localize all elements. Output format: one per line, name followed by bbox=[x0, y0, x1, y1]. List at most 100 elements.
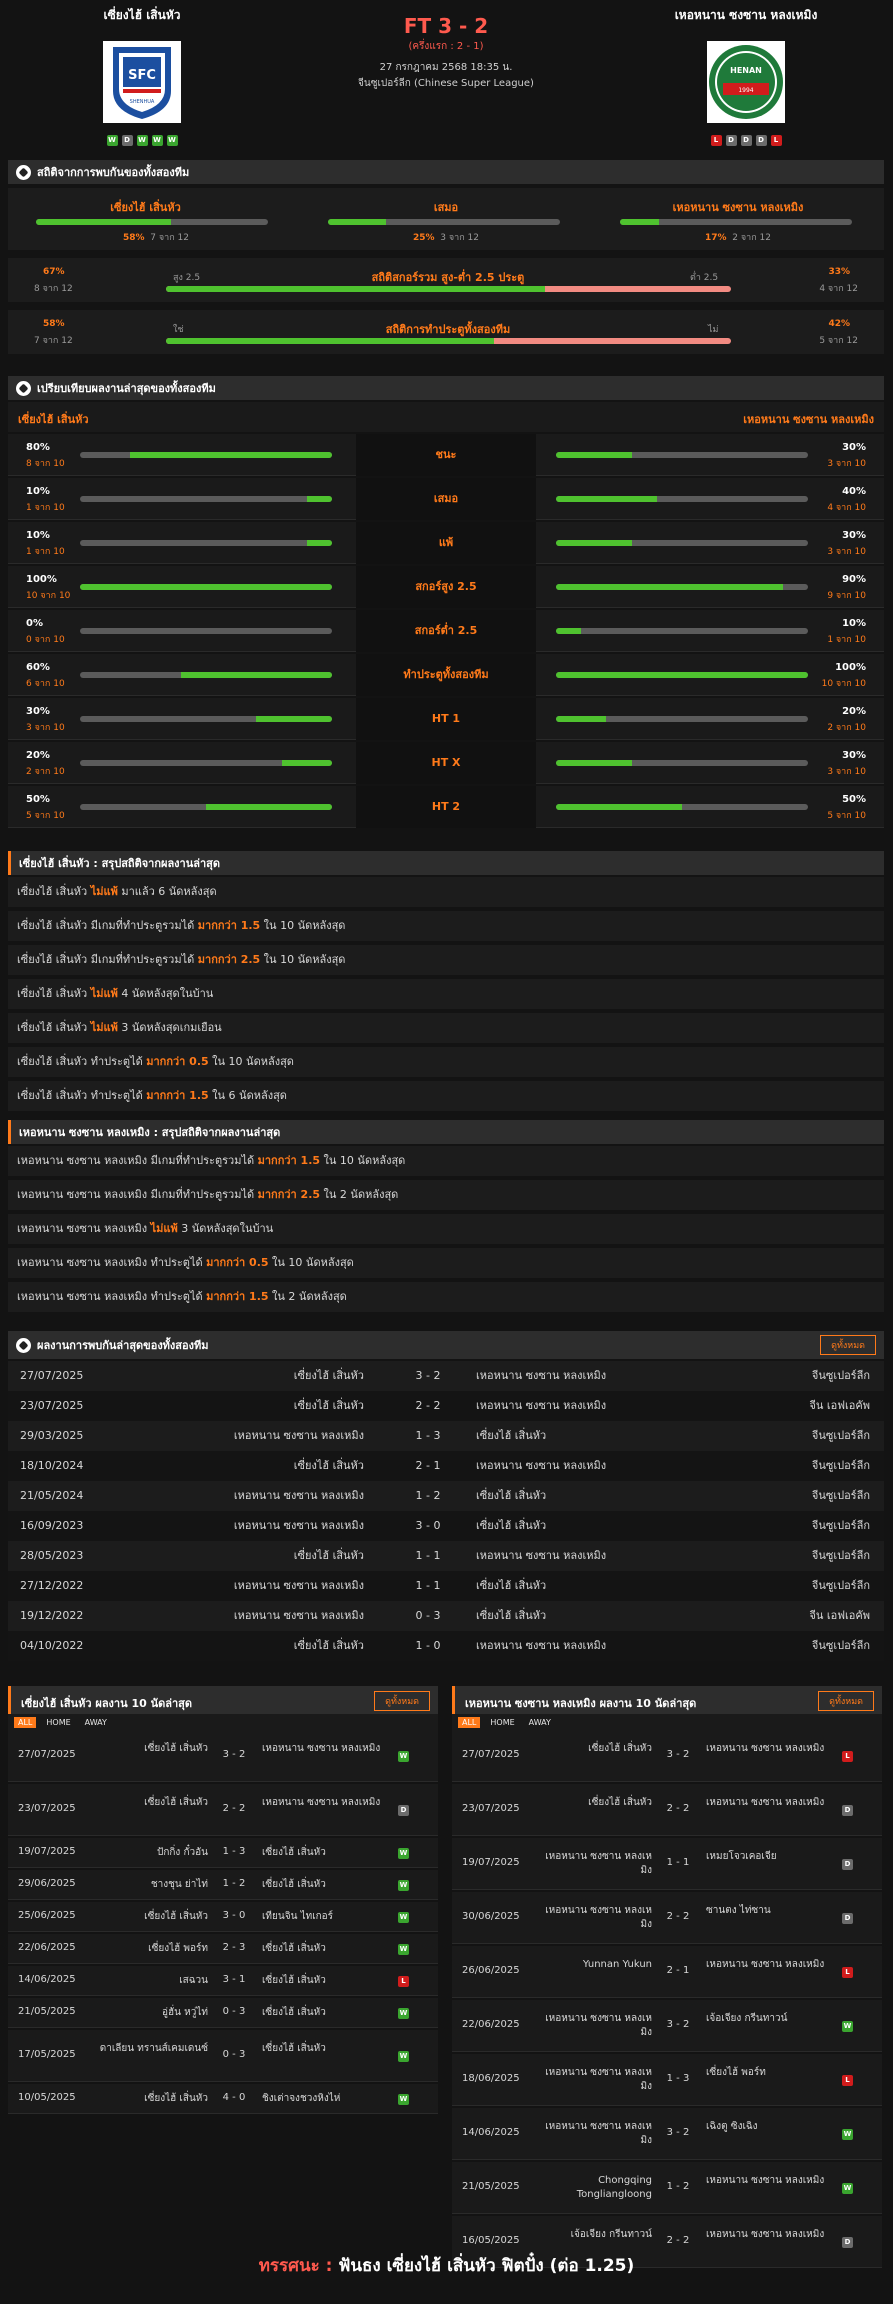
away-team[interactable]: เหอหนาน ซงซาน หลงเหมิง bbox=[706, 1796, 826, 1810]
away-team[interactable]: เหอหนาน ซงซาน หลงเหมิง bbox=[706, 2174, 826, 2188]
h2h-view-all-button[interactable]: ดูทั้งหมด bbox=[820, 1335, 876, 1355]
table-row[interactable]: 27/07/2025 เซี่ยงไฮ้ เสิ่นหัว 3 - 2 เหอหนาน… bbox=[8, 1730, 438, 1782]
home-team[interactable]: เซี่ยงไฮ้ พอร์ท bbox=[98, 1942, 208, 1956]
home-team-block[interactable]: เซี่ยงไฮ้ เสิ่นหัว SFC SHENHUA WDWWW bbox=[32, 6, 252, 146]
home-team[interactable]: เหอหนาน ซงซาน หลงเหมิง bbox=[234, 1601, 364, 1631]
league-name[interactable]: จีนซูเปอร์ลีก (Chinese Super League) bbox=[296, 76, 596, 92]
table-row[interactable]: 14/06/2025 เหอหนาน ซงซาน หลงเหมิง 3 - 2 เฉิ… bbox=[452, 2108, 882, 2160]
competition[interactable]: จีนซูเปอร์ลีก bbox=[812, 1631, 870, 1661]
away-team[interactable]: เซี่ยงไฮ้ เสิ่นหัว bbox=[262, 1846, 382, 1860]
away-team[interactable]: เฉิงตู ซิงเฉิง bbox=[706, 2120, 826, 2134]
table-row[interactable]: 10/05/2025 เซี่ยงไฮ้ เสิ่นหัว 4 - 0 ชิงเต่า… bbox=[8, 2084, 438, 2114]
away-team[interactable]: เหอหนาน ซงซาน หลงเหมิง bbox=[262, 1742, 382, 1756]
home-team[interactable]: เหอหนาน ซงซาน หลงเหมิง bbox=[234, 1511, 364, 1541]
home-team[interactable]: เซี่ยงไฮ้ เสิ่นหัว bbox=[294, 1391, 364, 1421]
competition[interactable]: จีนซูเปอร์ลีก bbox=[812, 1361, 870, 1391]
home-team[interactable]: เซี่ยงไฮ้ เสิ่นหัว bbox=[98, 2092, 208, 2106]
away-recent-view-all-button[interactable]: ดูทั้งหมด bbox=[818, 1691, 874, 1711]
table-row[interactable]: 18/06/2025 เหอหนาน ซงซาน หลงเหมิง 1 - 3 เซี… bbox=[452, 2054, 882, 2106]
home-team[interactable]: เหอหนาน ซงซาน หลงเหมิง bbox=[542, 2066, 652, 2094]
home-team[interactable]: เหอหนาน ซงซาน หลงเหมิง bbox=[542, 1850, 652, 1878]
away-team[interactable]: เซี่ยงไฮ้ พอร์ท bbox=[706, 2066, 826, 2080]
table-row[interactable]: 14/06/2025 เสฉวน 3 - 1 เซี่ยงไฮ้ เสิ่นหัว L bbox=[8, 1966, 438, 1996]
compare-away-name[interactable]: เหอหนาน ซงซาน หลงเหมิง bbox=[743, 410, 874, 428]
away-team[interactable]: ชิงเต่าจงชวงหิงไห่ bbox=[262, 2092, 382, 2106]
table-row[interactable]: 29/03/2025 เหอหนาน ซงซาน หลงเหมิง 1 - 3 เซี… bbox=[8, 1421, 884, 1451]
home-team[interactable]: เหอหนาน ซงซาน หลงเหมิง bbox=[542, 2120, 652, 2148]
away-team[interactable]: เทียนจิน ไทเกอร์ bbox=[262, 1910, 382, 1924]
away-team[interactable]: เหอหนาน ซงซาน หลงเหมิง bbox=[476, 1541, 606, 1571]
home-recent-view-all-button[interactable]: ดูทั้งหมด bbox=[374, 1691, 430, 1711]
home-team[interactable]: เหอหนาน ซงซาน หลงเหมิง bbox=[542, 2012, 652, 2040]
table-row[interactable]: 19/07/2025 เหอหนาน ซงซาน หลงเหมิง 1 - 1 เหม… bbox=[452, 1838, 882, 1890]
compare-home-name[interactable]: เซี่ยงไฮ้ เสิ่นหัว bbox=[18, 410, 89, 428]
tab-away[interactable]: AWAY bbox=[81, 1717, 111, 1728]
home-team[interactable]: ชางชุน ย่าไท่ bbox=[98, 1878, 208, 1892]
away-team-block[interactable]: เหอหนาน ซงซาน หลงเหมิง HENAN 1994 LDDDL bbox=[636, 6, 856, 146]
home-team[interactable]: เซี่ยงไฮ้ เสิ่นหัว bbox=[294, 1541, 364, 1571]
home-team[interactable]: เสฉวน bbox=[98, 1974, 208, 1988]
tab-away[interactable]: AWAY bbox=[525, 1717, 555, 1728]
table-row[interactable]: 23/07/2025 เซี่ยงไฮ้ เสิ่นหัว 2 - 2 เหอหนาน… bbox=[452, 1784, 882, 1836]
away-team[interactable]: เหอหนาน ซงซาน หลงเหมิง bbox=[706, 1958, 826, 1972]
home-team[interactable]: เซี่ยงไฮ้ เสิ่นหัว bbox=[542, 1796, 652, 1810]
table-row[interactable]: 21/05/2025 อู่ฮั่น หวู่ไท่ 0 - 3 เซี่ยงไฮ้ … bbox=[8, 1998, 438, 2028]
home-team[interactable]: Yunnan Yukun bbox=[542, 1958, 652, 1972]
table-row[interactable]: 21/05/2025 Chongqing Tongliangloong 1 - 2 เ… bbox=[452, 2162, 882, 2214]
home-team[interactable]: เซี่ยงไฮ้ เสิ่นหัว bbox=[294, 1451, 364, 1481]
home-team[interactable]: เซี่ยงไฮ้ เสิ่นหัว bbox=[98, 1910, 208, 1924]
away-team[interactable]: เหอหนาน ซงซาน หลงเหมิง bbox=[706, 2228, 826, 2242]
table-row[interactable]: 19/12/2022 เหอหนาน ซงซาน หลงเหมิง 0 - 3 เซี… bbox=[8, 1601, 884, 1631]
home-team[interactable]: เหอหนาน ซงซาน หลงเหมิง bbox=[542, 1904, 652, 1932]
home-team[interactable]: เซี่ยงไฮ้ เสิ่นหัว bbox=[294, 1361, 364, 1391]
table-row[interactable]: 18/10/2024 เซี่ยงไฮ้ เสิ่นหัว 2 - 1 เหอหนาน… bbox=[8, 1451, 884, 1481]
away-team[interactable]: เซี่ยงไฮ้ เสิ่นหัว bbox=[262, 1942, 382, 1956]
table-row[interactable]: 26/06/2025 Yunnan Yukun 2 - 1 เหอหนาน ซงซาน… bbox=[452, 1946, 882, 1998]
tab-all[interactable]: ALL bbox=[458, 1717, 481, 1728]
away-team[interactable]: เซี่ยงไฮ้ เสิ่นหัว bbox=[262, 2042, 382, 2056]
home-team[interactable]: อู่ฮั่น หวู่ไท่ bbox=[98, 2006, 208, 2020]
away-team[interactable]: เหอหนาน ซงซาน หลงเหมิง bbox=[262, 1796, 382, 1810]
competition[interactable]: จีนซูเปอร์ลีก bbox=[812, 1541, 870, 1571]
competition[interactable]: จีน เอฟเอคัพ bbox=[809, 1391, 870, 1421]
table-row[interactable]: 22/06/2025 เซี่ยงไฮ้ พอร์ท 2 - 3 เซี่ยงไฮ้ … bbox=[8, 1934, 438, 1964]
home-team[interactable]: ดาเลียน ทรานส์เคมเดนซ์ bbox=[98, 2042, 208, 2056]
home-team[interactable]: เซี่ยงไฮ้ เสิ่นหัว bbox=[98, 1796, 208, 1810]
table-row[interactable]: 23/07/2025 เซี่ยงไฮ้ เสิ่นหัว 2 - 2 เหอหนาน… bbox=[8, 1784, 438, 1836]
table-row[interactable]: 19/07/2025 ปักกิ่ง กั๋วอัน 1 - 3 เซี่ยงไฮ้ … bbox=[8, 1838, 438, 1868]
home-team[interactable]: เหอหนาน ซงซาน หลงเหมิง bbox=[234, 1481, 364, 1511]
home-team[interactable]: Chongqing Tongliangloong bbox=[542, 2174, 652, 2202]
table-row[interactable]: 27/07/2025 เซี่ยงไฮ้ เสิ่นหัว 3 - 2 เหอหนาน… bbox=[8, 1361, 884, 1391]
away-team[interactable]: เซี่ยงไฮ้ เสิ่นหัว bbox=[476, 1481, 546, 1511]
tab-all[interactable]: ALL bbox=[14, 1717, 37, 1728]
competition[interactable]: จีนซูเปอร์ลีก bbox=[812, 1451, 870, 1481]
table-row[interactable]: 04/10/2022 เซี่ยงไฮ้ เสิ่นหัว 1 - 0 เหอหนาน… bbox=[8, 1631, 884, 1661]
table-row[interactable]: 27/12/2022 เหอหนาน ซงซาน หลงเหมิง 1 - 1 เซี… bbox=[8, 1571, 884, 1601]
away-team[interactable]: เซี่ยงไฮ้ เสิ่นหัว bbox=[476, 1511, 546, 1541]
away-team[interactable]: เซี่ยงไฮ้ เสิ่นหัว bbox=[476, 1421, 546, 1451]
table-row[interactable]: 28/05/2023 เซี่ยงไฮ้ เสิ่นหัว 1 - 1 เหอหนาน… bbox=[8, 1541, 884, 1571]
away-team[interactable]: เหมยโจวเคอเจีย bbox=[706, 1850, 826, 1864]
home-team[interactable]: เซี่ยงไฮ้ เสิ่นหัว bbox=[98, 1742, 208, 1756]
away-team[interactable]: เหอหนาน ซงซาน หลงเหมิง bbox=[706, 1742, 826, 1756]
competition[interactable]: จีนซูเปอร์ลีก bbox=[812, 1481, 870, 1511]
home-team[interactable]: เหอหนาน ซงซาน หลงเหมิง bbox=[234, 1571, 364, 1601]
competition[interactable]: จีนซูเปอร์ลีก bbox=[812, 1511, 870, 1541]
home-team[interactable]: เจ้อเจียง กรีนทาวน์ bbox=[542, 2228, 652, 2242]
table-row[interactable]: 29/06/2025 ชางชุน ย่าไท่ 1 - 2 เซี่ยงไฮ้ เส… bbox=[8, 1870, 438, 1900]
table-row[interactable]: 30/06/2025 เหอหนาน ซงซาน หลงเหมิง 2 - 2 ซาน… bbox=[452, 1892, 882, 1944]
away-team[interactable]: เหอหนาน ซงซาน หลงเหมิง bbox=[476, 1451, 606, 1481]
home-team[interactable]: เหอหนาน ซงซาน หลงเหมิง bbox=[234, 1421, 364, 1451]
away-team[interactable]: เจ้อเจียง กรีนทาวน์ bbox=[706, 2012, 826, 2026]
away-team[interactable]: เซี่ยงไฮ้ เสิ่นหัว bbox=[262, 1878, 382, 1892]
tab-home[interactable]: HOME bbox=[486, 1717, 518, 1728]
home-team[interactable]: เซี่ยงไฮ้ เสิ่นหัว bbox=[542, 1742, 652, 1756]
home-team-name[interactable]: เซี่ยงไฮ้ เสิ่นหัว bbox=[32, 6, 252, 25]
competition[interactable]: จีนซูเปอร์ลีก bbox=[812, 1421, 870, 1451]
away-team[interactable]: เซี่ยงไฮ้ เสิ่นหัว bbox=[262, 2006, 382, 2020]
away-team[interactable]: เหอหนาน ซงซาน หลงเหมิง bbox=[476, 1391, 606, 1421]
away-team[interactable]: เซี่ยงไฮ้ เสิ่นหัว bbox=[476, 1601, 546, 1631]
away-team[interactable]: ซานตง ไท่ซาน bbox=[706, 1904, 826, 1918]
away-team[interactable]: เซี่ยงไฮ้ เสิ่นหัว bbox=[262, 1974, 382, 1988]
competition[interactable]: จีนซูเปอร์ลีก bbox=[812, 1571, 870, 1601]
